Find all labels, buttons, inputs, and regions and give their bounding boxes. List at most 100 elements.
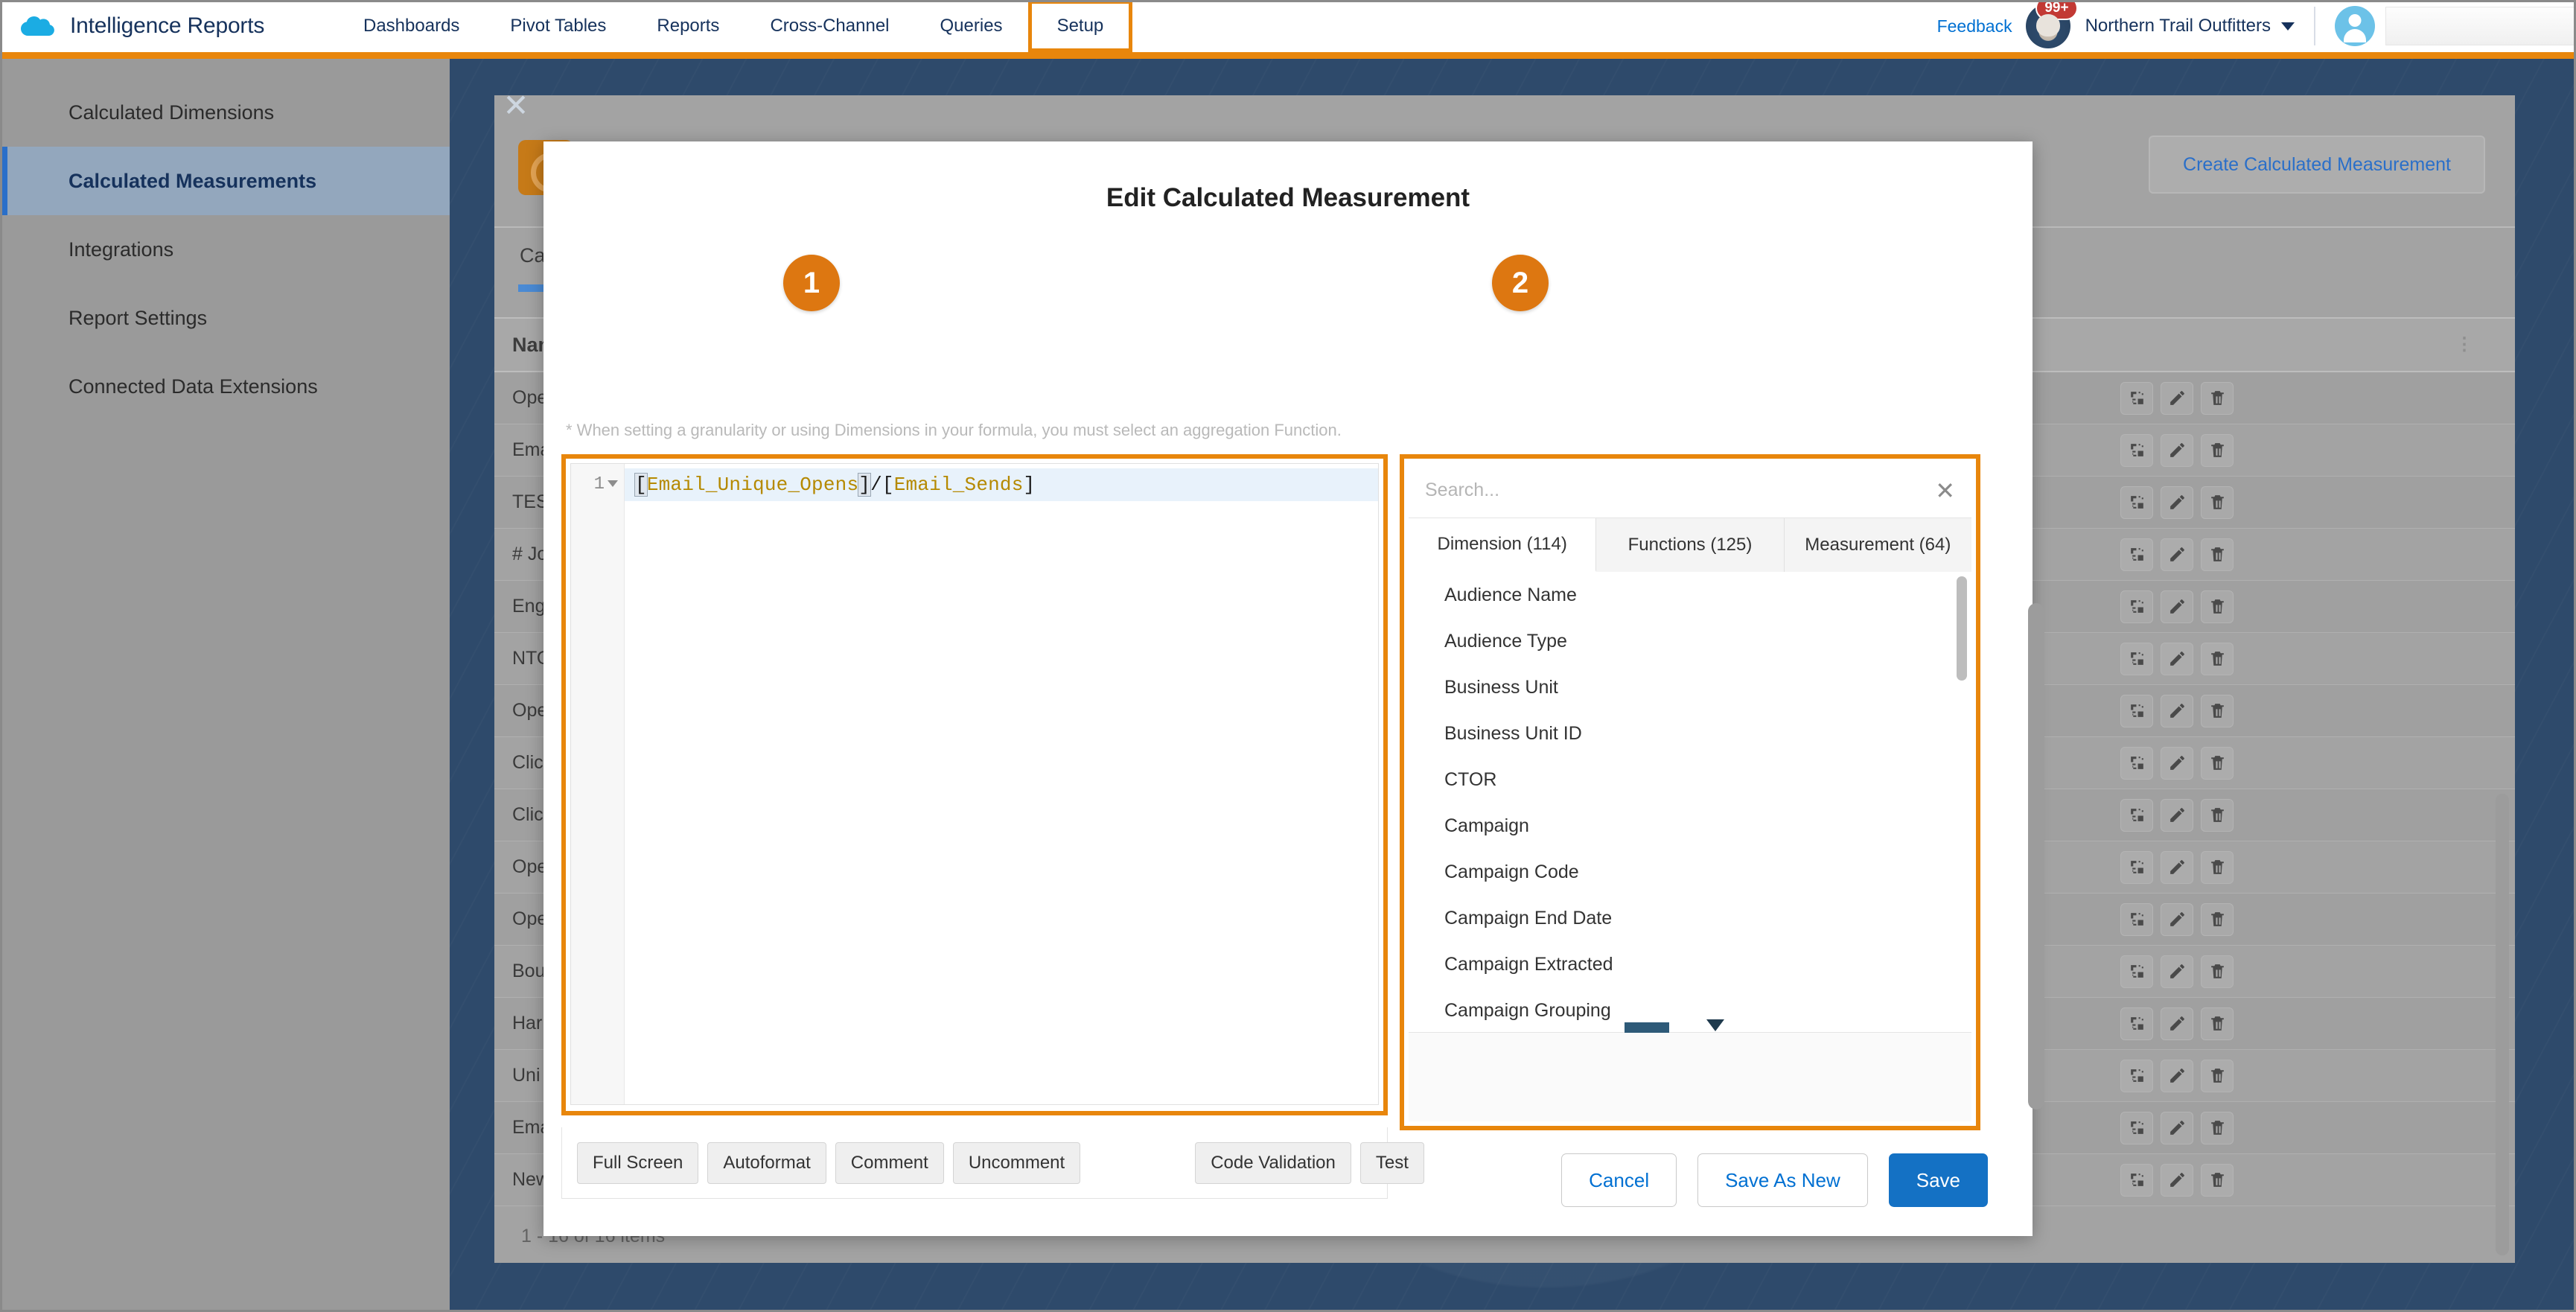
delete-trash-icon[interactable] <box>2201 381 2234 415</box>
delete-trash-icon[interactable] <box>2201 1007 2234 1040</box>
tab-dimension[interactable]: Dimension (114) <box>1409 518 1597 572</box>
edit-pencil-icon[interactable] <box>2161 798 2193 832</box>
edit-pencil-icon[interactable] <box>2161 590 2193 623</box>
cancel-button[interactable]: Cancel <box>1561 1153 1677 1207</box>
formula-code-editor[interactable]: 1 [Email_Unique_Opens]/[Email_Sends] <box>570 463 1379 1105</box>
duplicate-icon[interactable] <box>2120 1111 2153 1144</box>
page-scrollbar-thumb[interactable] <box>2496 794 2509 1255</box>
dimension-list-item[interactable]: Campaign Extracted <box>1409 941 1971 987</box>
user-menu[interactable] <box>2335 6 2576 46</box>
delete-trash-icon[interactable] <box>2201 433 2234 467</box>
edit-pencil-icon[interactable] <box>2161 902 2193 936</box>
duplicate-icon[interactable] <box>2120 1007 2153 1040</box>
close-x-icon[interactable]: ✕ <box>1935 479 1955 503</box>
user-avatar-icon[interactable] <box>2335 6 2375 46</box>
delete-trash-icon[interactable] <box>2201 798 2234 832</box>
duplicate-icon[interactable] <box>2120 1163 2153 1197</box>
edit-pencil-icon[interactable] <box>2161 746 2193 780</box>
delete-trash-icon[interactable] <box>2201 1163 2234 1197</box>
duplicate-icon[interactable] <box>2120 642 2153 675</box>
dimension-list-scrollbar-thumb[interactable] <box>1957 576 1967 681</box>
sidebar-item-integrations[interactable]: Integrations <box>0 215 450 284</box>
edit-pencil-icon[interactable] <box>2161 1059 2193 1092</box>
duplicate-icon[interactable] <box>2120 433 2153 467</box>
edit-pencil-icon[interactable] <box>2161 485 2193 519</box>
delete-trash-icon[interactable] <box>2201 902 2234 936</box>
edit-pencil-icon[interactable] <box>2161 538 2193 571</box>
nav-tab-label: Dashboards <box>363 16 460 36</box>
delete-trash-icon[interactable] <box>2201 1111 2234 1144</box>
sidebar-item-report-settings[interactable]: Report Settings <box>0 284 450 352</box>
save-as-new-button[interactable]: Save As New <box>1697 1153 1868 1207</box>
delete-trash-icon[interactable] <box>2201 538 2234 571</box>
modal-scrollbar-thumb[interactable] <box>2028 603 2044 1109</box>
feedback-link[interactable]: Feedback <box>1937 16 2012 36</box>
delete-trash-icon[interactable] <box>2201 642 2234 675</box>
delete-trash-icon[interactable] <box>2201 746 2234 780</box>
close-icon[interactable]: ✕ <box>500 90 532 124</box>
edit-pencil-icon[interactable] <box>2161 955 2193 988</box>
duplicate-icon[interactable] <box>2120 798 2153 832</box>
create-calculated-measurement-button[interactable]: Create Calculated Measurement <box>2149 136 2485 194</box>
list-pager-control[interactable] <box>1625 1022 1669 1033</box>
dimension-list-item[interactable]: Business Unit ID <box>1409 710 1971 757</box>
einstein-assistant-icon[interactable]: 99+ <box>2025 0 2078 48</box>
dimension-list[interactable]: Audience Name Audience Type Business Unit B… <box>1409 572 1971 1032</box>
edit-pencil-icon[interactable] <box>2161 694 2193 727</box>
dimension-list-item[interactable]: Campaign Grouping <box>1409 987 1971 1032</box>
brand[interactable]: Intelligence Reports <box>18 11 338 41</box>
edit-pencil-icon[interactable] <box>2161 850 2193 884</box>
duplicate-icon[interactable] <box>2120 538 2153 571</box>
edit-pencil-icon[interactable] <box>2161 381 2193 415</box>
duplicate-icon[interactable] <box>2120 902 2153 936</box>
delete-trash-icon[interactable] <box>2201 955 2234 988</box>
edit-pencil-icon[interactable] <box>2161 642 2193 675</box>
org-switcher[interactable]: Northern Trail Outfitters <box>2085 16 2271 36</box>
nav-tab-queries[interactable]: Queries <box>915 0 1028 52</box>
duplicate-icon[interactable] <box>2120 694 2153 727</box>
delete-trash-icon[interactable] <box>2201 1059 2234 1092</box>
edit-pencil-icon[interactable] <box>2161 1163 2193 1197</box>
sidebar-item-calculated-dimensions[interactable]: Calculated Dimensions <box>0 78 450 147</box>
dimension-list-item[interactable]: Campaign End Date <box>1409 895 1971 941</box>
duplicate-icon[interactable] <box>2120 746 2153 780</box>
dimension-list-item[interactable]: Campaign <box>1409 803 1971 849</box>
delete-trash-icon[interactable] <box>2201 850 2234 884</box>
chevron-down-icon[interactable] <box>1706 1019 1724 1031</box>
button-label: Save <box>1916 1168 1960 1191</box>
duplicate-icon[interactable] <box>2120 955 2153 988</box>
tab-measurement[interactable]: Measurement (64) <box>1784 518 1971 572</box>
duplicate-icon[interactable] <box>2120 381 2153 415</box>
column-menu-icon[interactable]: ⋮ <box>2455 336 2473 354</box>
duplicate-icon[interactable] <box>2120 485 2153 519</box>
sidebar-item-calculated-measurements[interactable]: Calculated Measurements <box>0 147 450 215</box>
dimension-list-item[interactable]: Audience Name <box>1409 572 1971 618</box>
save-button[interactable]: Save <box>1888 1153 1988 1207</box>
nav-tab-pivot-tables[interactable]: Pivot Tables <box>485 0 631 52</box>
delete-trash-icon[interactable] <box>2201 485 2234 519</box>
caret-down-icon[interactable] <box>2281 22 2295 31</box>
delete-trash-icon[interactable] <box>2201 590 2234 623</box>
sub-tab-label[interactable]: Ca <box>520 244 546 267</box>
nav-tab-cross-channel[interactable]: Cross-Channel <box>745 0 914 52</box>
duplicate-icon[interactable] <box>2120 590 2153 623</box>
editor-active-line[interactable]: [Email_Unique_Opens]/[Email_Sends] <box>625 468 1378 501</box>
dimension-list-item[interactable]: Campaign Code <box>1409 849 1971 895</box>
dimension-list-item[interactable]: Business Unit <box>1409 664 1971 710</box>
nav-tab-setup[interactable]: Setup <box>1027 0 1133 52</box>
nav-tab-reports[interactable]: Reports <box>631 0 745 52</box>
search-input[interactable] <box>1409 480 1971 501</box>
nav-tab-dashboards[interactable]: Dashboards <box>338 0 485 52</box>
duplicate-icon[interactable] <box>2120 1059 2153 1092</box>
edit-pencil-icon[interactable] <box>2161 1111 2193 1144</box>
fold-caret-icon[interactable] <box>608 480 618 487</box>
sidebar-item-connected-data-extensions[interactable]: Connected Data Extensions <box>0 352 450 421</box>
edit-pencil-icon[interactable] <box>2161 1007 2193 1040</box>
bracket-close-highlight: ] <box>858 473 872 497</box>
edit-pencil-icon[interactable] <box>2161 433 2193 467</box>
tab-functions[interactable]: Functions (125) <box>1596 518 1785 572</box>
delete-trash-icon[interactable] <box>2201 694 2234 727</box>
duplicate-icon[interactable] <box>2120 850 2153 884</box>
dimension-list-item[interactable]: Audience Type <box>1409 618 1971 664</box>
dimension-list-item[interactable]: CTOR <box>1409 757 1971 803</box>
